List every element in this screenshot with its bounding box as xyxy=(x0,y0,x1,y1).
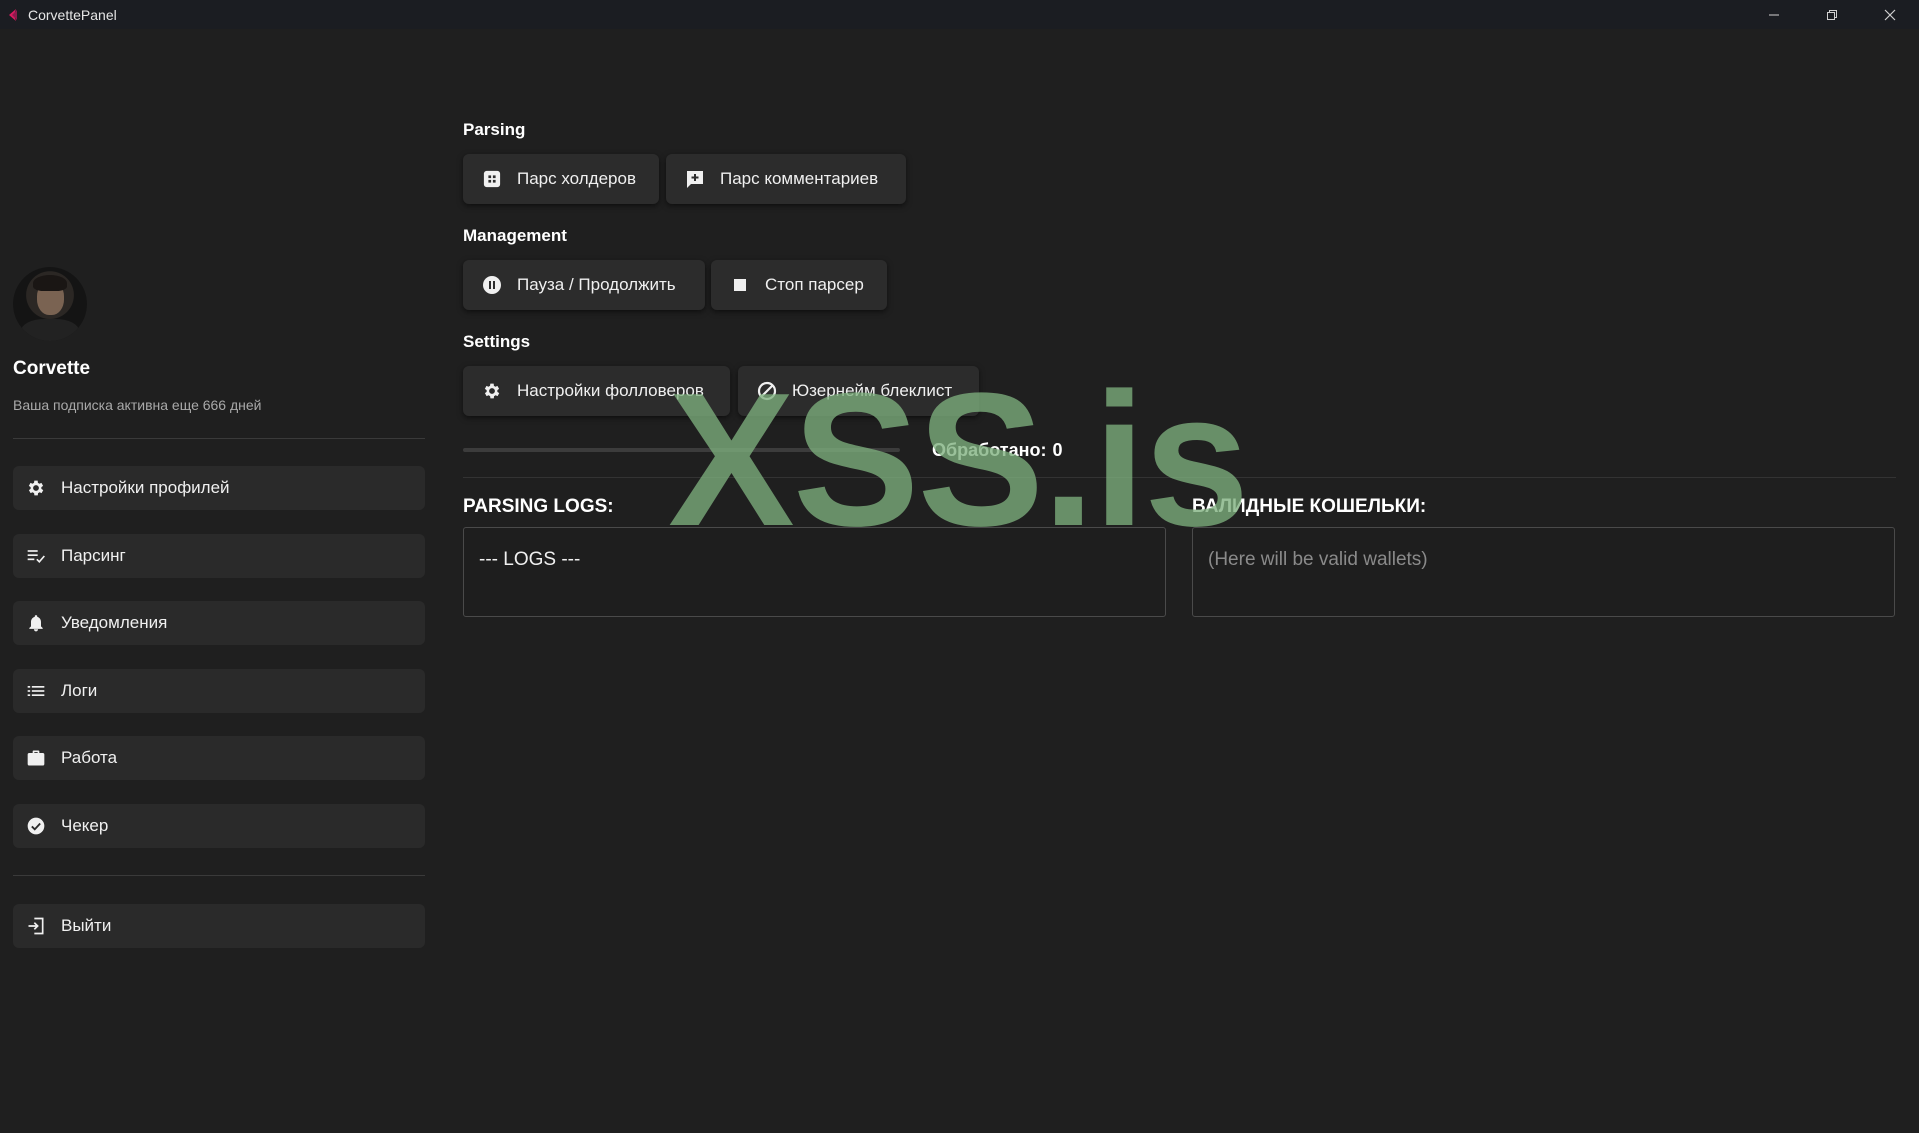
minimize-icon xyxy=(1769,14,1779,15)
sidebar-item-notifications[interactable]: Уведомления xyxy=(13,601,425,645)
logout-button[interactable]: Выйти xyxy=(13,904,425,948)
sidebar-item-parsing[interactable]: Парсинг xyxy=(13,534,425,578)
processed-value: 0 xyxy=(1052,440,1063,460)
parse-holders-label: Парс холдеров xyxy=(517,169,636,188)
sidebar-item-label: Логи xyxy=(61,681,98,700)
parsing-logs-content: --- LOGS --- xyxy=(479,549,581,570)
parsing-logs-title: PARSING LOGS: xyxy=(463,496,614,517)
list-icon xyxy=(25,680,47,702)
list-check-icon xyxy=(25,545,47,567)
sidebar-divider xyxy=(13,875,425,876)
briefcase-icon xyxy=(25,747,47,769)
section-title-settings: Settings xyxy=(463,332,531,351)
restore-button[interactable] xyxy=(1803,0,1861,29)
subscription-status: Ваша подписка активна еще 666 дней xyxy=(13,397,262,413)
parse-comments-label: Парс комментариев xyxy=(720,169,879,188)
bell-icon xyxy=(25,612,47,634)
close-icon xyxy=(1884,9,1896,20)
sidebar-item-label: Работа xyxy=(61,748,118,767)
sidebar-divider xyxy=(13,438,425,439)
sidebar-item-work[interactable]: Работа xyxy=(13,736,425,780)
avatar xyxy=(13,267,87,341)
progress-bar xyxy=(463,448,900,452)
processed-counter: Обработано: 0 xyxy=(926,440,1063,461)
title-bar: CorvettePanel xyxy=(0,0,1919,29)
check-circle-icon xyxy=(25,815,47,837)
pause-resume-button[interactable]: Пауза / Продолжить xyxy=(463,260,705,310)
close-button[interactable] xyxy=(1861,0,1919,29)
follower-settings-label: Настройки фолловеров xyxy=(517,381,704,400)
restore-icon xyxy=(1827,9,1837,20)
user-name: Corvette xyxy=(13,358,91,379)
valid-wallets-box[interactable]: (Here will be valid wallets) xyxy=(1192,527,1895,617)
sidebar-item-logs[interactable]: Логи xyxy=(13,669,425,713)
sidebar-item-label: Парсинг xyxy=(61,546,126,565)
sidebar: Corvette Ваша подписка активна еще 666 д… xyxy=(13,29,425,1129)
username-blacklist-button[interactable]: Юзернейм блеклист xyxy=(738,366,979,416)
pause-resume-label: Пауза / Продолжить xyxy=(517,275,676,294)
username-blacklist-label: Юзернейм блеклист xyxy=(792,381,953,400)
section-title-parsing: Parsing xyxy=(463,120,526,139)
processed-label: Обработано: xyxy=(932,440,1047,460)
valid-wallets-title: ВАЛИДНЫЕ КОШЕЛЬКИ: xyxy=(1192,496,1427,517)
stop-icon xyxy=(730,275,750,295)
window-controls xyxy=(1745,0,1919,29)
block-icon xyxy=(757,381,777,401)
sidebar-item-profile-settings[interactable]: Настройки профилей xyxy=(13,466,425,510)
valid-wallets-placeholder: (Here will be valid wallets) xyxy=(1208,549,1428,570)
stop-parser-label: Стоп парсер xyxy=(765,275,864,294)
app-logo-icon xyxy=(6,8,20,22)
minimize-button[interactable] xyxy=(1745,0,1803,29)
content-divider xyxy=(463,477,1896,478)
window-title: CorvettePanel xyxy=(28,6,117,23)
gear-icon xyxy=(25,477,47,499)
parse-holders-button[interactable]: Парс холдеров xyxy=(463,154,659,204)
sidebar-item-checker[interactable]: Чекер xyxy=(13,804,425,848)
logout-label: Выйти xyxy=(61,916,112,935)
sidebar-item-label: Уведомления xyxy=(61,613,168,632)
follower-settings-button[interactable]: Настройки фолловеров xyxy=(463,366,730,416)
stop-parser-button[interactable]: Стоп парсер xyxy=(711,260,887,310)
gear-icon xyxy=(482,381,502,401)
logout-icon xyxy=(25,915,47,937)
section-title-management: Management xyxy=(463,226,567,245)
pause-icon xyxy=(482,275,502,295)
parse-comments-button[interactable]: Парс комментариев xyxy=(666,154,906,204)
add-comment-icon xyxy=(685,169,705,189)
sidebar-item-label: Настройки профилей xyxy=(61,478,230,497)
sidebar-item-label: Чекер xyxy=(61,816,109,835)
parsing-logs-box[interactable]: --- LOGS --- xyxy=(463,527,1166,617)
grid-icon xyxy=(482,169,502,189)
